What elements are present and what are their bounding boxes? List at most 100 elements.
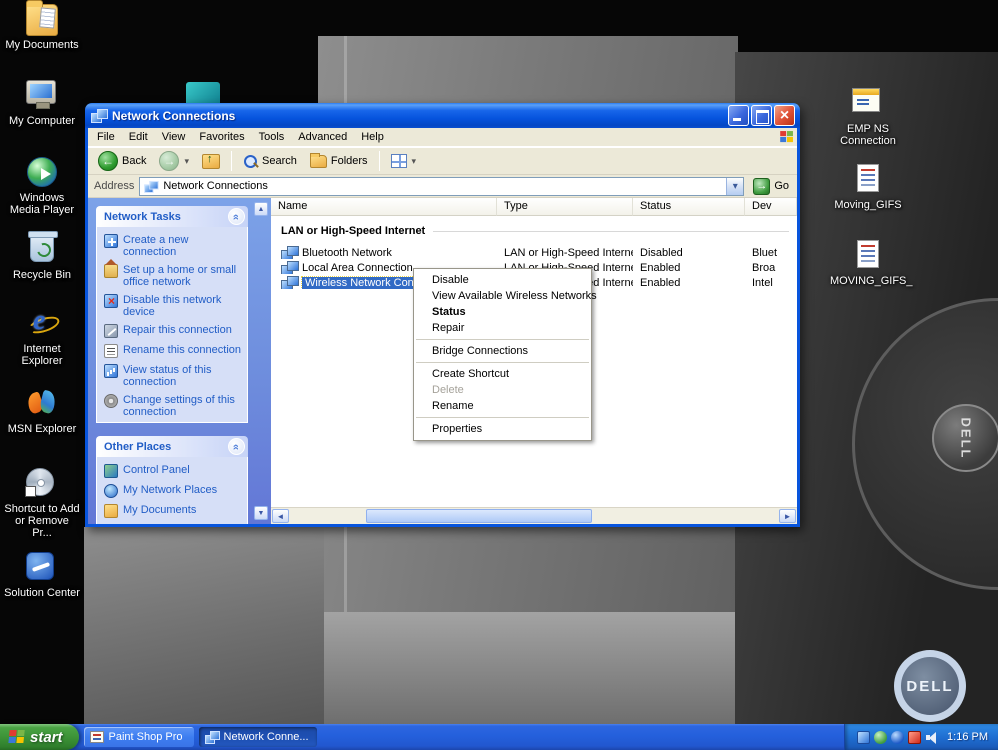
context-item-properties[interactable]: Properties xyxy=(414,421,591,437)
context-item-view-wireless-networks[interactable]: View Available Wireless Networks xyxy=(414,288,597,304)
task-create-new-connection[interactable]: Create a new connection xyxy=(104,234,244,258)
paint-shop-pro-icon xyxy=(89,731,104,743)
column-header-name[interactable]: Name xyxy=(271,198,497,216)
solution-center-icon xyxy=(26,552,54,580)
context-menu-separator xyxy=(416,417,589,418)
place-my-documents[interactable]: My Documents xyxy=(104,504,244,518)
network-places-icon xyxy=(104,484,118,498)
up-button[interactable] xyxy=(197,153,225,170)
place-my-network-places[interactable]: My Network Places xyxy=(104,484,244,498)
tray-antivirus-icon[interactable] xyxy=(908,730,922,744)
back-button[interactable]: Back xyxy=(93,150,151,172)
context-menu-separator xyxy=(416,339,589,340)
pane-scroll-down-button[interactable]: ▼ xyxy=(254,506,268,520)
desktop-icon-recycle-bin[interactable]: Recycle Bin xyxy=(0,231,84,281)
scroll-left-button[interactable]: ◄ xyxy=(272,509,289,523)
desktop-icon-shortcut-add-remove[interactable]: Shortcut to Add or Remove Pr... xyxy=(0,466,84,539)
task-label: Network Conne... xyxy=(223,731,309,743)
views-button[interactable] xyxy=(386,153,422,169)
search-button[interactable]: Search xyxy=(238,153,302,170)
taskbar-button-paint-shop-pro[interactable]: Paint Shop Pro xyxy=(83,727,194,747)
task-pane: Network Tasks Create a new connection Se… xyxy=(88,198,271,524)
desktop-icon-moving-gifs-2[interactable]: MOVING_GIFS_ xyxy=(829,238,913,287)
minimize-button[interactable] xyxy=(728,105,749,126)
status-icon xyxy=(104,364,118,378)
context-item-delete: Delete xyxy=(432,384,464,396)
context-item-create-shortcut[interactable]: Create Shortcut xyxy=(414,366,591,382)
menu-tools[interactable]: Tools xyxy=(252,129,292,145)
connection-status: Disabled xyxy=(640,246,683,259)
chevron-up-icon[interactable] xyxy=(228,438,245,455)
start-button[interactable]: start xyxy=(0,724,79,750)
desktop-icon-msn-explorer[interactable]: MSN Explorer xyxy=(0,388,84,435)
menu-favorites[interactable]: Favorites xyxy=(192,129,251,145)
address-label: Address xyxy=(94,180,135,192)
other-places-header[interactable]: Other Places xyxy=(96,436,248,457)
place-control-panel[interactable]: Control Panel xyxy=(104,464,244,478)
taskbar-button-network-connections[interactable]: Network Conne... xyxy=(198,727,317,747)
column-header-status[interactable]: Status xyxy=(633,198,745,216)
task-repair-connection[interactable]: Repair this connection xyxy=(104,324,244,338)
menu-edit[interactable]: Edit xyxy=(122,129,155,145)
task-label: Rename this connection xyxy=(123,344,242,356)
column-header-device[interactable]: Dev xyxy=(745,198,797,216)
go-button[interactable]: Go xyxy=(749,177,793,195)
pane-scroll-up-button[interactable]: ▲ xyxy=(254,202,268,216)
task-rename-connection[interactable]: Rename this connection xyxy=(104,344,244,358)
menu-advanced[interactable]: Advanced xyxy=(291,129,354,145)
folders-button[interactable]: Folders xyxy=(305,152,373,169)
context-item-disable[interactable]: Disable xyxy=(414,272,591,288)
title-bar[interactable]: Network Connections xyxy=(85,103,800,128)
address-dropdown-button[interactable] xyxy=(726,177,744,195)
task-setup-home-network[interactable]: Set up a home or small office network xyxy=(104,259,244,288)
taskbar: start Paint Shop Pro Network Conne... 1:… xyxy=(0,724,998,750)
emp-ns-connection-icon xyxy=(852,88,880,112)
scrollbar-track[interactable] xyxy=(290,508,778,524)
dell-logo-text: DELL xyxy=(906,677,954,695)
dell-badge: DELL xyxy=(932,404,998,472)
close-button[interactable] xyxy=(774,105,795,126)
windows-logo-icon xyxy=(780,131,794,143)
forward-button[interactable] xyxy=(154,150,194,172)
task-disable-device[interactable]: Disable this network device xyxy=(104,294,244,318)
connection-device: Intel xyxy=(752,276,773,289)
context-item-repair[interactable]: Repair xyxy=(414,320,591,336)
context-item-status[interactable]: Status xyxy=(414,304,591,320)
chevron-up-icon[interactable] xyxy=(228,208,245,225)
tray-status-icon[interactable] xyxy=(874,730,888,744)
connection-type: LAN or High-Speed Internet xyxy=(504,246,633,259)
desktop-icon-windows-media-player[interactable]: Windows Media Player xyxy=(0,156,84,216)
scrollbar-thumb[interactable] xyxy=(366,509,592,523)
desktop-icon-emp-ns-connection[interactable]: EMP NS Connection xyxy=(829,84,907,147)
connection-status: Enabled xyxy=(640,261,681,274)
maximize-button[interactable] xyxy=(751,105,772,126)
network-connections-window-icon xyxy=(91,109,108,123)
go-label: Go xyxy=(774,180,789,192)
desktop-icon-solution-center[interactable]: Solution Center xyxy=(0,550,84,599)
desktop-icon-internet-explorer[interactable]: e Internet Explorer xyxy=(0,305,84,367)
tray-display-icon[interactable] xyxy=(857,730,871,744)
icon-label: MSN Explorer xyxy=(7,423,77,435)
task-pane-scrollbar: ▲ ▼ xyxy=(254,202,269,520)
menu-help[interactable]: Help xyxy=(354,129,391,145)
menu-file[interactable]: File xyxy=(90,129,122,145)
context-item-rename[interactable]: Rename xyxy=(414,398,591,414)
task-view-status[interactable]: View status of this connection xyxy=(104,364,244,388)
wallpaper-desk xyxy=(84,527,324,725)
desktop-icon-my-computer[interactable]: My Computer xyxy=(0,78,84,127)
horizontal-scrollbar[interactable]: ◄ ► xyxy=(271,507,797,524)
group-title: LAN or High-Speed Internet xyxy=(281,225,426,237)
menu-view[interactable]: View xyxy=(155,129,193,145)
desktop-icon-moving-gifs[interactable]: Moving_GIFS xyxy=(829,162,907,211)
address-bar: Address Network Connections Go xyxy=(88,175,797,198)
desktop-icon-my-documents[interactable]: My Documents xyxy=(0,0,84,51)
task-change-settings[interactable]: Change settings of this connection xyxy=(104,394,244,418)
column-header-type[interactable]: Type xyxy=(497,198,633,216)
tray-volume-icon[interactable] xyxy=(925,731,938,744)
context-item-bridge-connections[interactable]: Bridge Connections xyxy=(414,343,591,359)
scroll-right-button[interactable]: ► xyxy=(779,509,796,523)
table-row[interactable]: Bluetooth Network LAN or High-Speed Inte… xyxy=(271,245,797,260)
address-field[interactable]: Network Connections xyxy=(139,176,745,196)
network-tasks-header[interactable]: Network Tasks xyxy=(96,206,248,227)
tray-network-icon[interactable] xyxy=(891,730,905,744)
